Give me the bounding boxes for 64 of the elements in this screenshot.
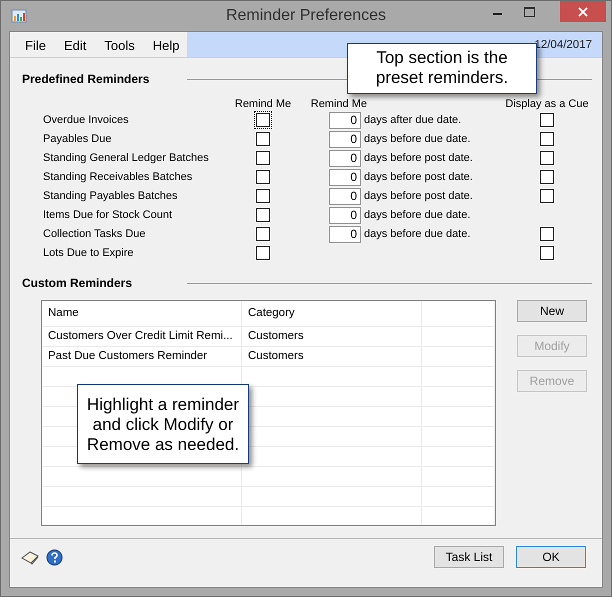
- note-icon[interactable]: [20, 549, 40, 565]
- dialog-button[interactable]: Task List: [434, 546, 504, 568]
- checkbox[interactable]: [256, 132, 270, 146]
- callout: Top section is the preset reminders.: [347, 43, 537, 94]
- column-header: Category: [242, 301, 422, 326]
- maximize-icon: [524, 6, 536, 18]
- days-description: days after due date.: [363, 114, 462, 126]
- checkbox[interactable]: [540, 189, 554, 203]
- days-description: days before post date.: [363, 171, 474, 183]
- checkbox[interactable]: [540, 227, 554, 241]
- date-text: 12/04/2017: [534, 38, 592, 50]
- days-field[interactable]: 0: [329, 130, 361, 148]
- days-field[interactable]: 0: [329, 206, 361, 224]
- checkbox[interactable]: [256, 189, 270, 203]
- close-button[interactable]: [560, 1, 606, 22]
- reminder-label: Standing Receivables Batches: [43, 170, 194, 185]
- menu-item[interactable]: Edit: [54, 32, 96, 57]
- days-field[interactable]: 0: [329, 150, 361, 166]
- menu-item[interactable]: Help: [144, 32, 188, 57]
- table-cell: Customers: [242, 347, 422, 366]
- menu-item[interactable]: Tools: [95, 32, 144, 57]
- callout: Highlight a reminder and click Modify or Remove as needed.: [77, 384, 249, 464]
- checkbox[interactable]: [256, 151, 270, 165]
- app-icon: [11, 8, 27, 24]
- table-cell: Past Due Customers Reminder: [42, 347, 242, 366]
- days-description: days before post date.: [363, 152, 474, 164]
- reminder-label: Standing General Ledger Batches: [43, 151, 210, 166]
- window-title: Reminder Preferences: [224, 7, 388, 25]
- table-cell: Customers Over Credit Limit Remi...: [42, 327, 242, 346]
- days-description: days before post date.: [363, 190, 474, 202]
- section-heading: Custom Reminders: [22, 276, 134, 290]
- column-header: Remind Me: [310, 98, 367, 110]
- help-icon[interactable]: [46, 548, 63, 566]
- checkbox[interactable]: [256, 246, 270, 260]
- checkbox[interactable]: [540, 246, 554, 260]
- reminder-label: Payables Due: [43, 132, 112, 147]
- column-header: Name: [42, 301, 242, 326]
- reminder-label: Items Due for Stock Count: [43, 208, 173, 223]
- checkbox[interactable]: [256, 170, 270, 184]
- days-field[interactable]: 0: [329, 188, 361, 204]
- days-description: days before due date.: [363, 228, 472, 240]
- reminder-label: Collection Tasks Due: [43, 227, 147, 242]
- section-heading: Predefined Reminders: [22, 72, 150, 86]
- menu-item[interactable]: File: [16, 32, 55, 57]
- days-field[interactable]: 0: [329, 168, 361, 186]
- days-description: days before due date.: [363, 209, 472, 221]
- column-header: Display as a Cue: [505, 98, 589, 110]
- action-button[interactable]: New: [517, 300, 587, 322]
- reminder-label: Lots Due to Expire: [43, 246, 134, 261]
- days-field[interactable]: 0: [329, 112, 361, 128]
- column-header: Remind Me: [234, 98, 292, 110]
- checkbox[interactable]: [540, 151, 554, 165]
- days-field[interactable]: 0: [329, 226, 361, 242]
- checkbox[interactable]: [256, 208, 270, 222]
- close-icon: [578, 6, 588, 16]
- dialog-button[interactable]: OK: [516, 546, 586, 568]
- days-description: days before due date.: [363, 133, 472, 145]
- checkbox[interactable]: [540, 113, 554, 127]
- table-cell: Customers: [242, 327, 422, 346]
- checkbox[interactable]: [540, 170, 554, 184]
- checkbox[interactable]: [540, 132, 554, 146]
- reminder-label: Overdue Invoices: [43, 113, 130, 128]
- reminder-label: Standing Payables Batches: [43, 189, 179, 204]
- checkbox[interactable]: [256, 227, 270, 241]
